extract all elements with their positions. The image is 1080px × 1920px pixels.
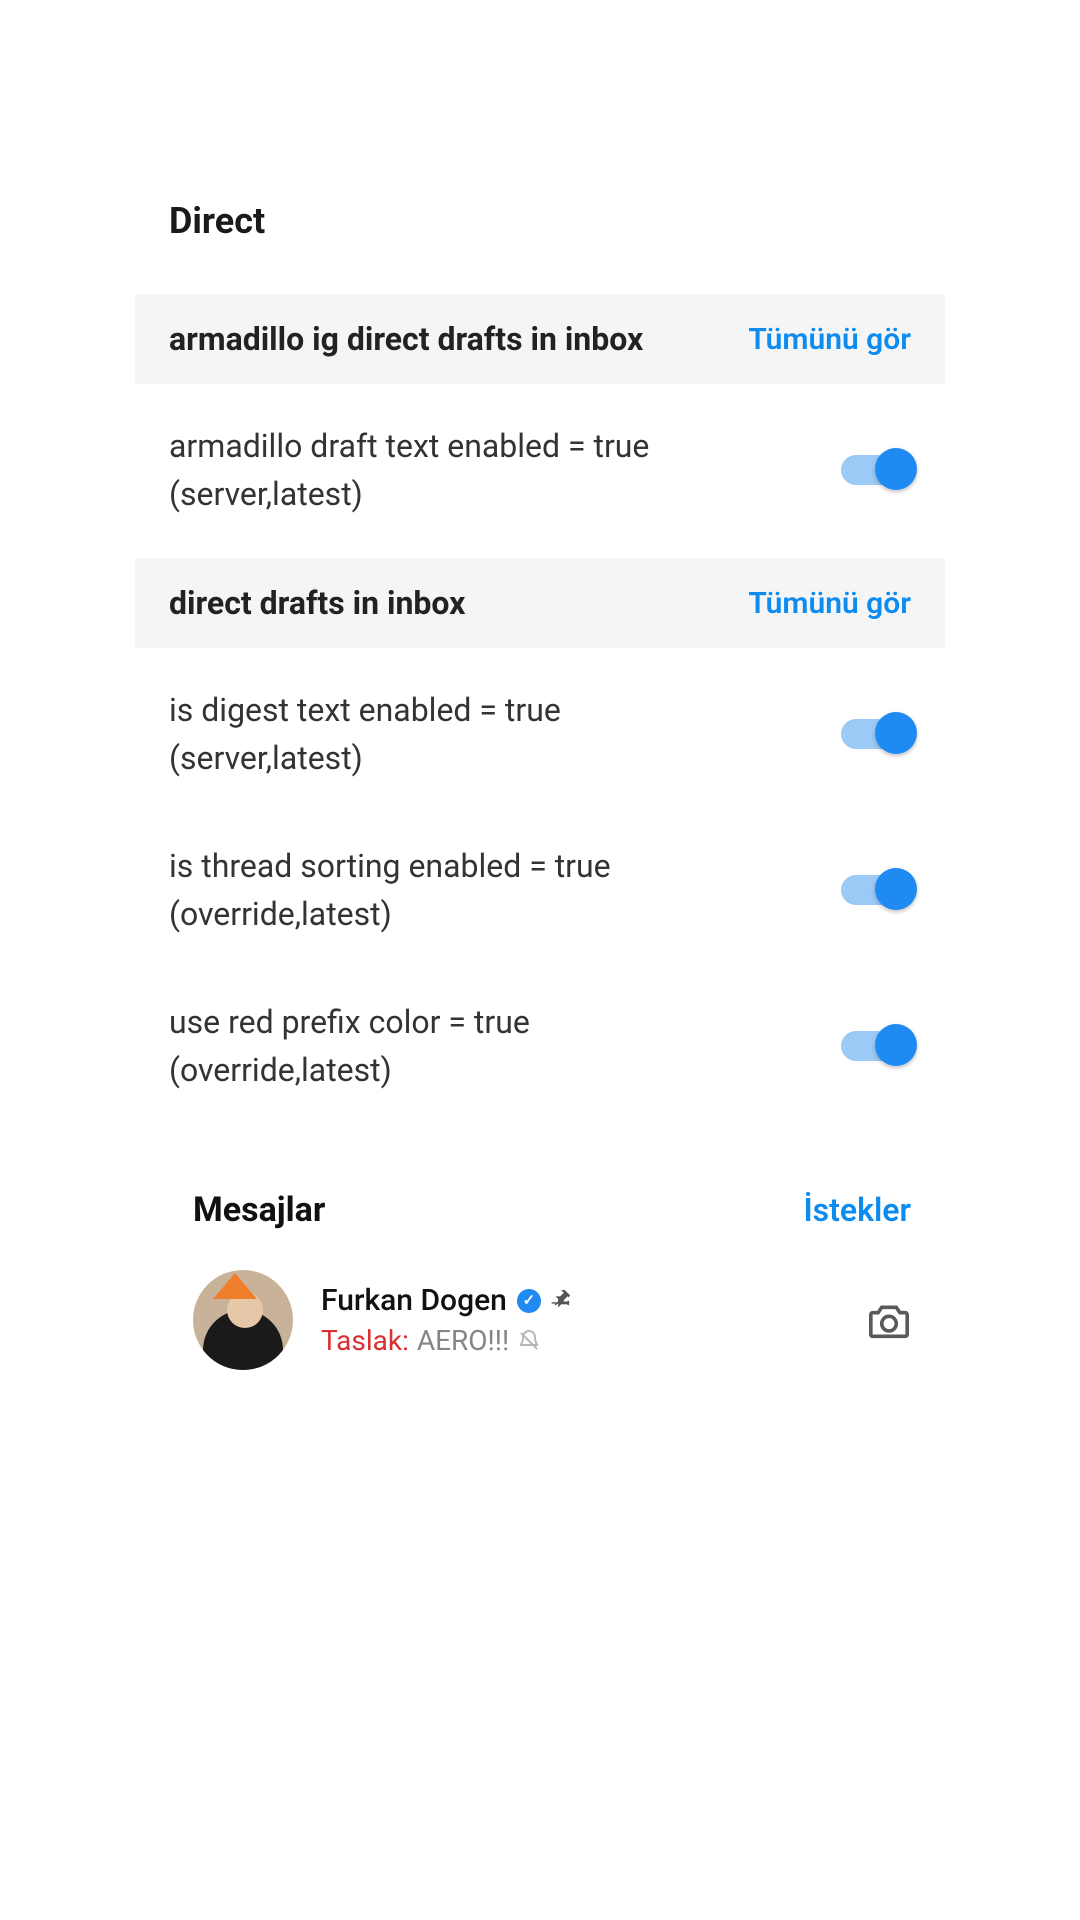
thread-name: Furkan Dogen xyxy=(321,1283,507,1318)
flag-label: armadillo draft text enabled = true (ser… xyxy=(169,422,649,518)
section-header-armadillo: armadillo ig direct drafts in inbox Tümü… xyxy=(135,294,945,384)
draft-text: AERO!!! xyxy=(417,1324,509,1357)
page-title: Direct xyxy=(135,0,945,294)
tab-requests[interactable]: İstekler xyxy=(803,1191,911,1229)
see-all-link[interactable]: Tümünü gör xyxy=(748,322,911,357)
flag-row: use red prefix color = true (override,la… xyxy=(135,968,945,1124)
flag-label: is thread sorting enabled = true (overri… xyxy=(169,842,611,938)
toggle-switch[interactable] xyxy=(841,719,911,749)
pin-icon xyxy=(551,1290,573,1312)
inbox-tabs: Mesajlar İstekler xyxy=(135,1134,945,1242)
draft-prefix: Taslak: xyxy=(321,1324,409,1357)
flag-label: use red prefix color = true (override,la… xyxy=(169,998,530,1094)
see-all-link[interactable]: Tümünü gör xyxy=(748,586,911,621)
section-title: armadillo ig direct drafts in inbox xyxy=(169,320,643,358)
avatar xyxy=(193,1270,293,1370)
verified-badge-icon xyxy=(517,1289,541,1313)
thread-body: Furkan Dogen Taslak: AERO!!! xyxy=(321,1283,839,1357)
thread-row[interactable]: Furkan Dogen Taslak: AERO!!! xyxy=(135,1242,945,1370)
toggle-switch[interactable] xyxy=(841,455,911,485)
toggle-switch[interactable] xyxy=(841,875,911,905)
section-header-direct-drafts: direct drafts in inbox Tümünü gör xyxy=(135,558,945,648)
flag-label: is digest text enabled = true (server,la… xyxy=(169,686,561,782)
flag-row: is thread sorting enabled = true (overri… xyxy=(135,812,945,968)
muted-icon xyxy=(517,1329,541,1353)
camera-icon[interactable] xyxy=(867,1300,911,1340)
toggle-switch[interactable] xyxy=(841,1031,911,1061)
section-title: direct drafts in inbox xyxy=(169,584,465,622)
flag-row: is digest text enabled = true (server,la… xyxy=(135,656,945,812)
tab-messages[interactable]: Mesajlar xyxy=(193,1190,325,1230)
flag-row: armadillo draft text enabled = true (ser… xyxy=(135,392,945,548)
